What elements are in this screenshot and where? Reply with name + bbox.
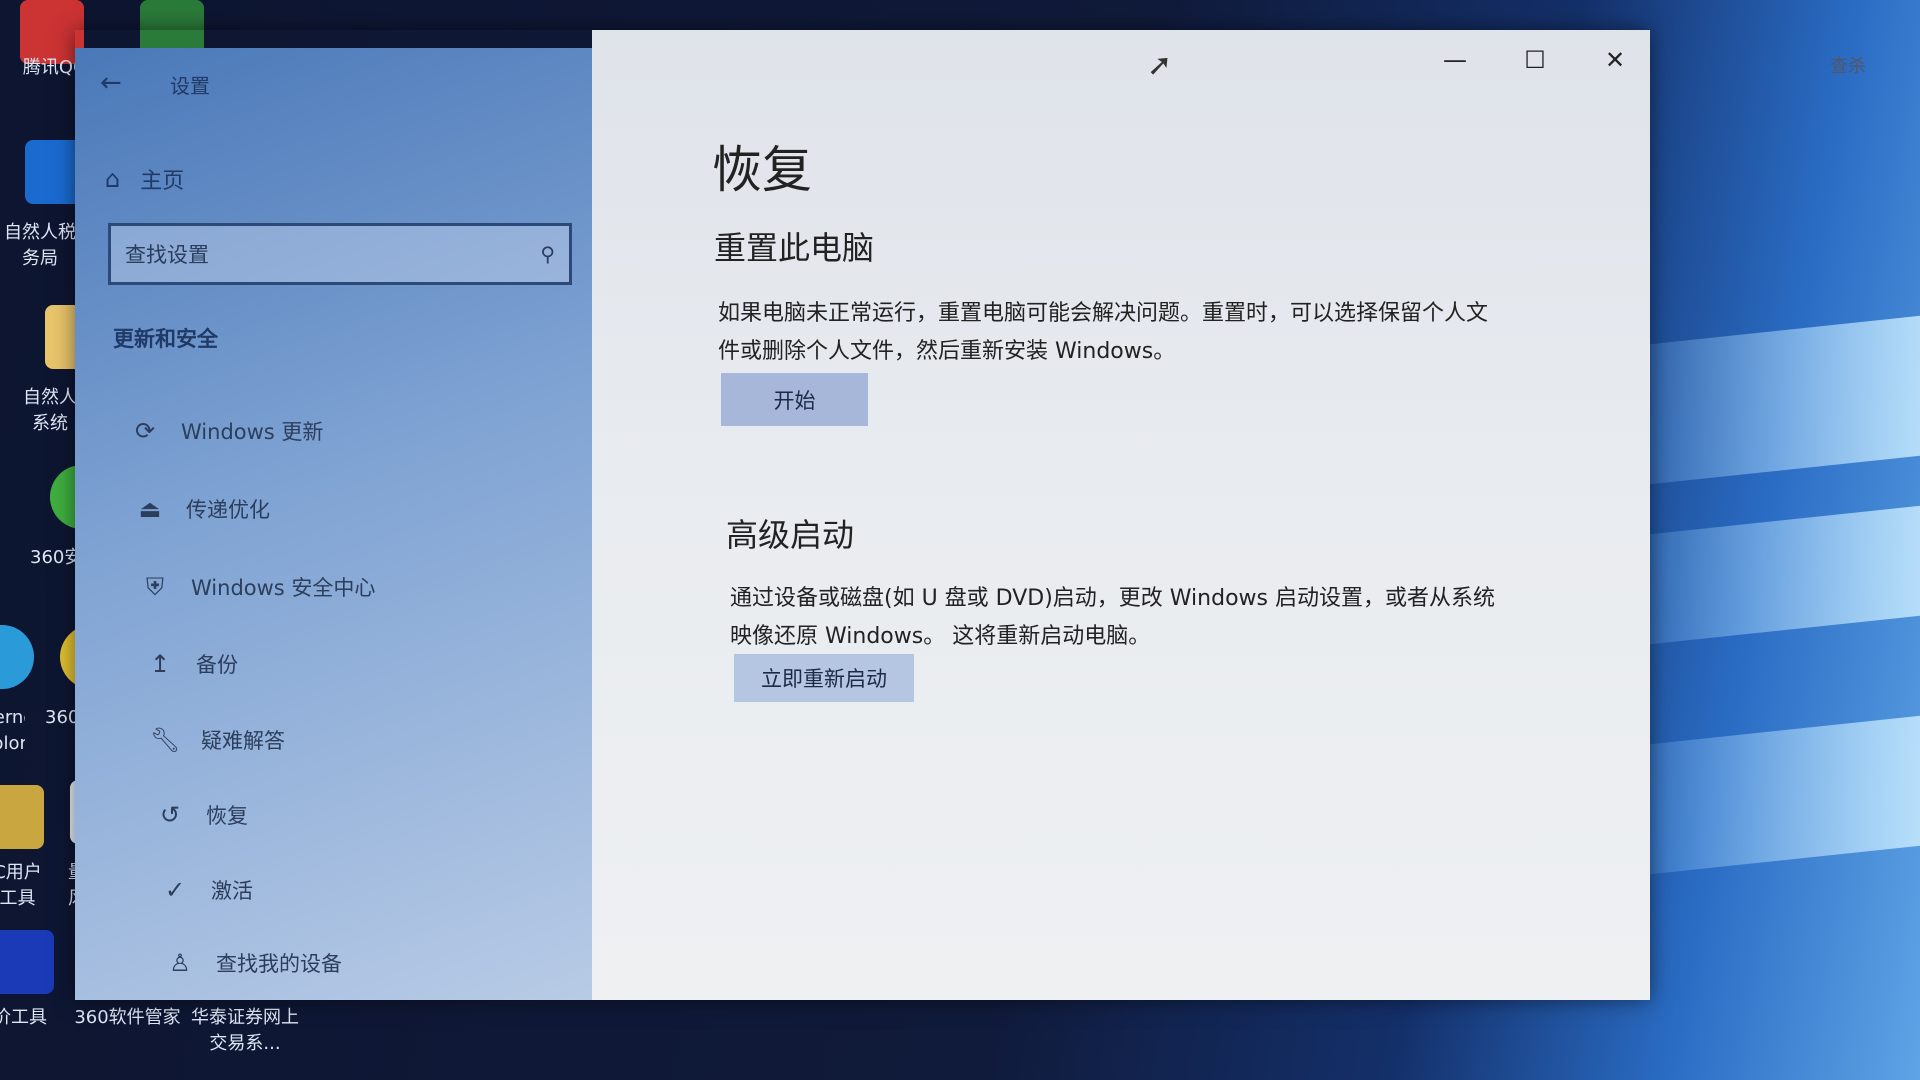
desktop-icon-label[interactable]: 自然人系统	[20, 385, 80, 437]
wallpaper-beam	[1650, 315, 1920, 485]
window-title: 设置	[170, 74, 210, 98]
sidebar-item-label: 查找我的设备	[216, 952, 342, 976]
advanced-startup-heading: 高级启动	[726, 516, 855, 554]
sidebar-item-windows-update[interactable]: ⟳ Windows 更新	[125, 416, 323, 446]
sidebar-item-label: 传递优化	[186, 498, 270, 522]
sidebar-item-backup[interactable]: ↥ 备份	[140, 649, 238, 679]
desktop-icon-label[interactable]: Internet Explorer	[0, 705, 25, 757]
key-icon[interactable]	[0, 785, 44, 849]
advanced-startup-description: 通过设备或磁盘(如 U 盘或 DVD)启动，更改 Windows 启动设置，或者…	[730, 586, 1495, 649]
desktop-icon-label[interactable]: C用户工具	[0, 860, 45, 912]
minimize-button[interactable]: —	[1430, 40, 1480, 80]
sidebar: ← 设置 ⌂ 主页 查找设置 ⚲ 更新和安全 ⟳ Windows 更新 ⏏ 传递优化…	[75, 48, 600, 1000]
home-label: 主页	[140, 169, 185, 194]
sidebar-item-recovery[interactable]: ↺ 恢复	[150, 800, 248, 830]
section-heading: 更新和安全	[113, 327, 218, 351]
search-placeholder: 查找设置	[125, 243, 209, 267]
search-input[interactable]: 查找设置 ⚲	[108, 223, 572, 285]
sidebar-item-windows-security[interactable]: ⛨ Windows 安全中心	[135, 572, 375, 602]
sidebar-item-troubleshoot[interactable]: 🔧︎ 疑难解答	[145, 725, 285, 755]
reset-start-button[interactable]: 开始	[721, 373, 868, 426]
wallpaper-beam	[1650, 715, 1920, 875]
delivery-icon: ⏏	[138, 495, 162, 523]
close-button[interactable]: ✕	[1590, 40, 1640, 80]
sidebar-item-label: 备份	[196, 653, 238, 677]
cursor-icon: ➚	[1147, 48, 1173, 83]
settings-window: ← 设置 ⌂ 主页 查找设置 ⚲ 更新和安全 ⟳ Windows 更新 ⏏ 传递优化…	[75, 30, 1650, 1000]
sidebar-item-label: 激活	[211, 879, 253, 903]
wallpaper-beam	[1650, 505, 1920, 645]
report-icon[interactable]	[0, 930, 54, 994]
shield-icon: ⛨	[146, 573, 164, 601]
main-pane: — ☐ ✕ ➚ 恢复 重置此电脑 如果电脑未正常运行，重置电脑可能会解决问题。重…	[592, 30, 1650, 1000]
sidebar-item-find-my-device[interactable]: ♙ 查找我的设备	[160, 948, 342, 978]
sidebar-item-label: Windows 更新	[181, 420, 324, 444]
maximize-button[interactable]: ☐	[1510, 40, 1560, 80]
sidebar-item-activation[interactable]: ✓ 激活	[155, 875, 253, 905]
home-link[interactable]: ⌂ 主页	[105, 163, 184, 195]
backup-arrow-icon: ↥	[149, 650, 171, 678]
back-icon[interactable]: ←	[100, 68, 122, 98]
check-circle-icon: ✓	[164, 876, 186, 904]
history-icon: ↺	[159, 801, 181, 829]
page-title: 恢复	[712, 141, 812, 199]
home-icon: ⌂	[105, 165, 121, 193]
sidebar-item-delivery-optimization[interactable]: ⏏ 传递优化	[130, 494, 270, 524]
sidebar-item-label: 疑难解答	[201, 729, 285, 753]
desktop-icon-label[interactable]: 360软件管家	[70, 1005, 185, 1031]
sidebar-item-label: Windows 安全中心	[191, 576, 376, 600]
desktop-icon-label[interactable]: 价工具	[0, 1005, 50, 1031]
search-icon: ⚲	[540, 242, 555, 266]
wrench-icon: 🔧︎	[149, 726, 181, 754]
ie-icon[interactable]	[0, 625, 34, 689]
sync-icon: ⟳	[134, 417, 156, 445]
person-pin-icon: ♙	[169, 949, 191, 977]
reset-description: 如果电脑未正常运行，重置电脑可能会解决问题。重置时，可以选择保留个人文件或删除个…	[718, 301, 1489, 364]
reset-heading: 重置此电脑	[714, 229, 875, 267]
restart-now-button[interactable]: 立即重新启动	[734, 654, 914, 702]
desktop-icon-label[interactable]: 华泰证券网上交易系...	[185, 1005, 305, 1057]
sidebar-item-label: 恢复	[206, 804, 248, 828]
tray-scan-label[interactable]: 查杀	[1830, 52, 1866, 78]
desktop-icon-label[interactable]: 自然人税务局	[0, 220, 80, 272]
